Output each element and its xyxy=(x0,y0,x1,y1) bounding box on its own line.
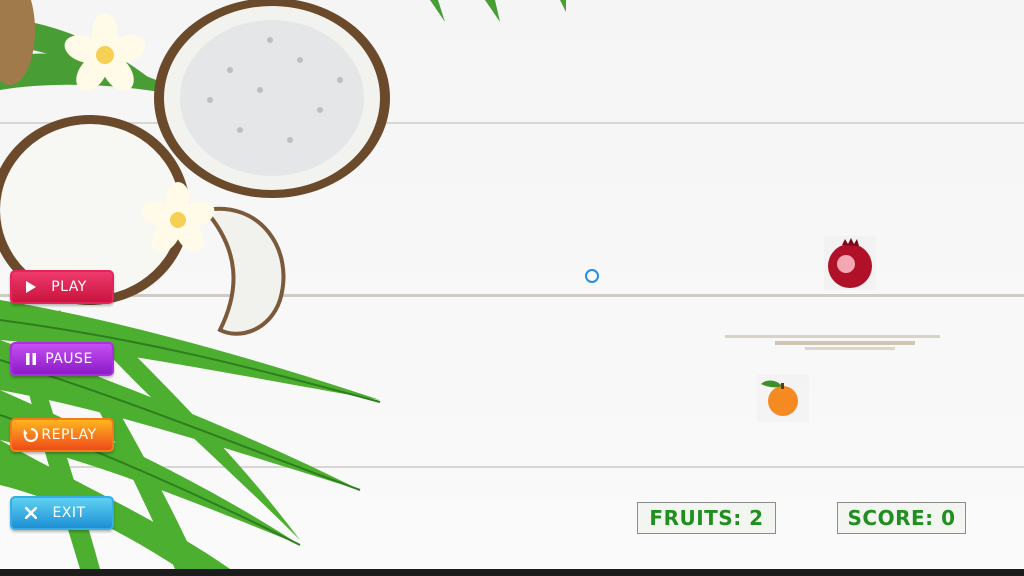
play-icon xyxy=(22,278,40,296)
play-button[interactable]: PLAY xyxy=(10,270,114,304)
wood-plank-seam xyxy=(0,294,1024,297)
score-counter: SCORE: 0 xyxy=(837,502,966,534)
play-button-label: PLAY xyxy=(51,279,87,295)
pause-icon xyxy=(22,350,40,368)
close-icon xyxy=(22,504,40,522)
exit-button[interactable]: EXIT xyxy=(10,496,114,530)
wood-scratch xyxy=(725,335,940,350)
cursor-ring xyxy=(585,269,599,283)
replay-button-label: REPLAY xyxy=(41,427,97,443)
orange-fruit[interactable] xyxy=(757,374,809,422)
game-board[interactable]: PLAY PAUSE REPLAY EXIT FRUITS: 2 SCORE: … xyxy=(0,0,1024,569)
bottom-border xyxy=(0,569,1024,576)
wood-plank-seam xyxy=(0,122,1024,124)
pause-button-label: PAUSE xyxy=(45,351,93,367)
pomegranate-fruit[interactable] xyxy=(824,236,876,290)
pause-button[interactable]: PAUSE xyxy=(10,342,114,376)
exit-button-label: EXIT xyxy=(52,505,86,521)
fruits-counter: FRUITS: 2 xyxy=(637,502,776,534)
wood-plank-seam xyxy=(0,466,1024,468)
replay-icon xyxy=(22,426,40,444)
replay-button[interactable]: REPLAY xyxy=(10,418,114,452)
